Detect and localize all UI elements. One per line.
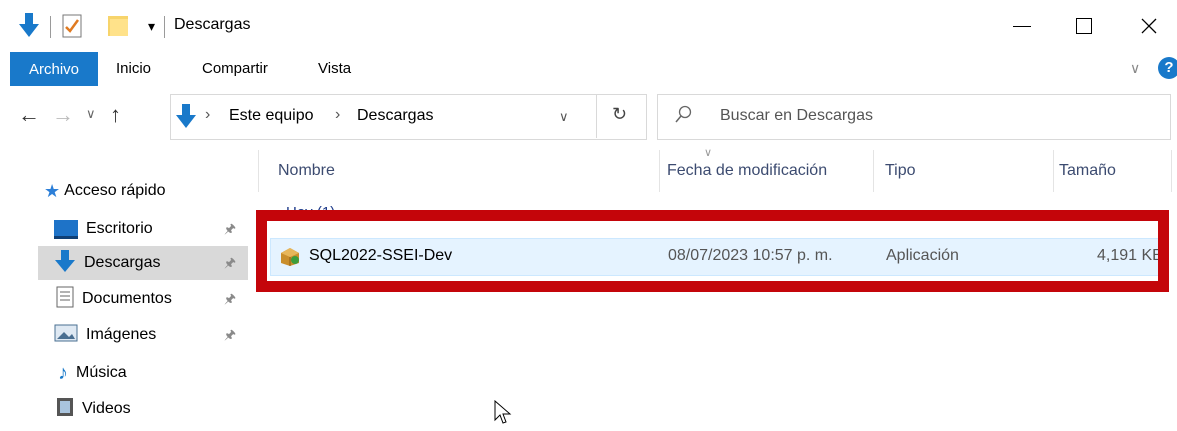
sidebar-item-documentos[interactable]: Documentos 🖈 — [38, 282, 248, 316]
sort-indicator-icon: ∨ — [704, 147, 713, 159]
minimize-button[interactable] — [997, 8, 1047, 44]
sidebar-item-imagenes[interactable]: Imágenes 🖈 — [38, 318, 248, 352]
star-icon: ★ — [44, 180, 61, 201]
pin-icon[interactable]: 🖈 — [224, 290, 236, 312]
help-icon[interactable]: ? — [1158, 57, 1177, 79]
column-divider — [258, 150, 259, 192]
column-header-tamano[interactable]: Tamaño — [1059, 162, 1116, 180]
ribbon: Archivo Inicio Compartir Vista ∨ ? — [0, 52, 1177, 89]
mouse-cursor-icon — [494, 399, 512, 431]
desktop-icon — [54, 219, 78, 239]
tab-inicio[interactable]: Inicio — [116, 60, 151, 77]
tab-archivo[interactable]: Archivo — [10, 52, 98, 86]
sidebar-item-label: Música — [76, 364, 127, 381]
maximize-button[interactable] — [1059, 8, 1109, 44]
pictures-icon — [54, 324, 78, 347]
refresh-button[interactable]: ↻ — [596, 94, 645, 138]
music-icon: ♪ — [58, 361, 68, 384]
column-header-tipo[interactable]: Tipo — [885, 162, 916, 180]
breadcrumb-este-equipo[interactable]: Este equipo — [229, 107, 314, 125]
navigation-pane: ★ Acceso rápido Escritorio 🖈 Descargas 🖈… — [0, 150, 248, 427]
search-input[interactable]: Buscar en Descargas — [720, 107, 873, 125]
tab-vista[interactable]: Vista — [318, 60, 351, 77]
close-button[interactable] — [1124, 8, 1174, 44]
maximize-icon — [1076, 18, 1092, 34]
breadcrumb-separator-icon[interactable]: › — [335, 106, 340, 124]
forward-arrow-icon[interactable]: → — [52, 102, 74, 128]
address-dropdown-icon[interactable]: ∨ — [559, 109, 569, 125]
sidebar-item-label: Videos — [82, 400, 131, 417]
sidebar-item-label: Imágenes — [86, 326, 157, 343]
customize-quick-access-icon[interactable]: ▾ — [148, 18, 155, 35]
search-icon — [674, 105, 692, 130]
column-divider[interactable] — [873, 150, 874, 192]
nav-quick-access-label: Acceso rápido — [64, 182, 166, 199]
up-arrow-icon[interactable]: ↑ — [110, 102, 121, 128]
window-title: Descargas — [174, 16, 251, 33]
refresh-icon: ↻ — [612, 104, 628, 124]
sidebar-item-escritorio[interactable]: Escritorio 🖈 — [38, 212, 248, 246]
sidebar-item-label: Descargas — [84, 254, 161, 271]
navigation-bar: ← → ∨ ↑ › Este equipo › Descargas ∨ ↻ Bu… — [0, 88, 1177, 150]
sidebar-item-descargas[interactable]: Descargas 🖈 — [38, 246, 248, 280]
pin-icon[interactable]: 🖈 — [224, 220, 236, 242]
column-divider[interactable] — [659, 150, 660, 192]
new-folder-icon[interactable] — [108, 16, 130, 41]
sidebar-item-label: Documentos — [82, 290, 172, 307]
column-header-fecha[interactable]: Fecha de modificación — [667, 162, 827, 180]
close-icon — [1141, 18, 1157, 34]
sidebar-item-musica[interactable]: ♪ Música — [38, 356, 248, 390]
toolbar-separator — [164, 16, 165, 38]
back-arrow-icon[interactable]: ← — [18, 102, 40, 128]
breadcrumb-separator-icon[interactable]: › — [205, 106, 210, 124]
breadcrumb-descargas[interactable]: Descargas — [357, 107, 433, 125]
toolbar-separator — [50, 16, 51, 38]
column-header-nombre[interactable]: Nombre — [278, 162, 335, 180]
pin-icon[interactable]: 🖈 — [224, 254, 236, 276]
download-location-icon — [175, 103, 197, 134]
tab-compartir[interactable]: Compartir — [202, 60, 268, 77]
pin-icon[interactable]: 🖈 — [224, 326, 236, 348]
expand-ribbon-icon[interactable]: ∨ — [1130, 60, 1140, 77]
column-divider[interactable] — [1171, 150, 1172, 192]
download-arrow-icon[interactable] — [18, 12, 40, 43]
download-icon — [54, 249, 76, 278]
sidebar-item-videos[interactable]: Videos — [38, 392, 248, 426]
properties-icon[interactable] — [62, 14, 82, 43]
annotation-highlight-box — [256, 210, 1169, 292]
minimize-icon — [1013, 25, 1031, 27]
sidebar-item-label: Escritorio — [86, 220, 153, 237]
search-box[interactable]: Buscar en Descargas — [657, 94, 1171, 140]
document-icon — [56, 286, 74, 313]
column-divider[interactable] — [1053, 150, 1054, 192]
address-bar[interactable]: › Este equipo › Descargas ∨ — [170, 94, 647, 140]
nav-quick-access[interactable]: ★ Acceso rápido — [44, 174, 254, 208]
recent-locations-icon[interactable]: ∨ — [86, 106, 96, 122]
video-icon — [56, 397, 74, 422]
title-bar: ▾ Descargas — [0, 0, 1177, 52]
